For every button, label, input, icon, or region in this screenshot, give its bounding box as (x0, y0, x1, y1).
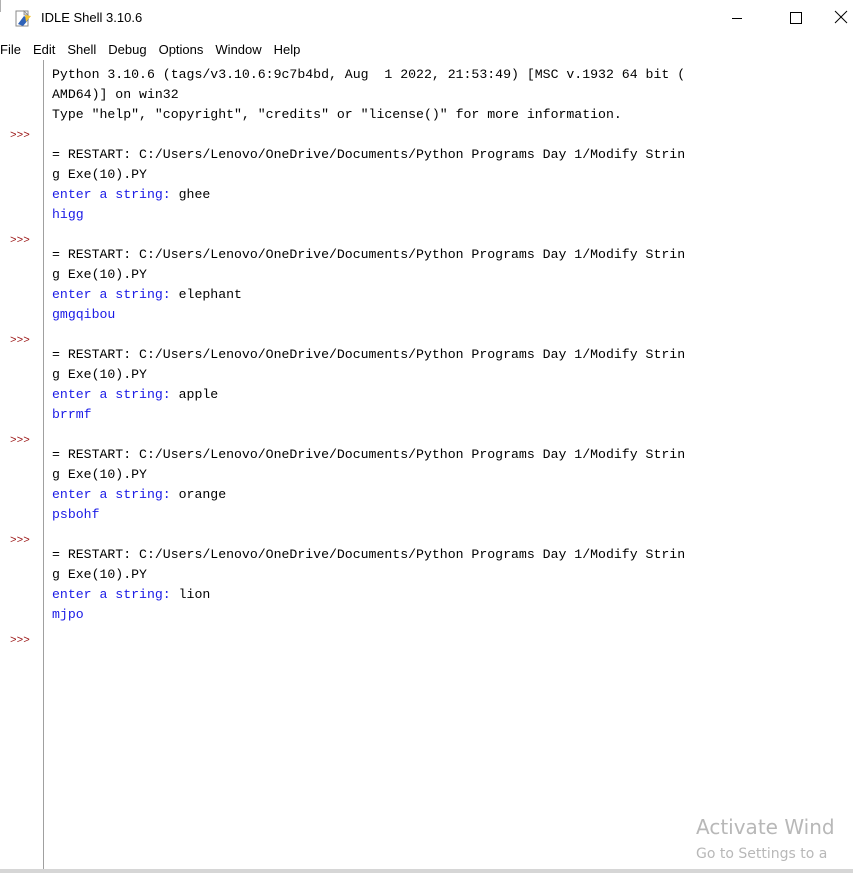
input-prompt-text: enter a string: (52, 487, 179, 502)
window-edge (0, 0, 5, 12)
program-output: gmgqibou (52, 307, 116, 322)
program-output: higg (52, 207, 84, 222)
shell-prompt: >>> (10, 635, 30, 647)
restart-line: g Exe(10).PY (52, 467, 147, 482)
close-button[interactable] (834, 4, 853, 32)
menu-bar: File Edit Shell Debug Options Window Hel… (0, 38, 853, 60)
window-title: IDLE Shell 3.10.6 (41, 10, 143, 25)
input-prompt-text: enter a string: (52, 287, 179, 302)
input-line: enter a string: apple (52, 385, 218, 405)
input-line: enter a string: ghee (52, 185, 210, 205)
input-line: enter a string: lion (52, 585, 210, 605)
menu-debug[interactable]: Debug (103, 42, 151, 57)
banner-line: Type "help", "copyright", "credits" or "… (52, 107, 622, 122)
menu-window[interactable]: Window (210, 42, 266, 57)
user-input: lion (178, 587, 211, 602)
shell-prompt: >>> (10, 335, 30, 347)
restart-line: g Exe(10).PY (52, 367, 147, 382)
idle-feather-icon (15, 10, 33, 27)
shell-prompt: >>> (10, 435, 30, 447)
program-output: psbohf (52, 507, 100, 522)
menu-shell[interactable]: Shell (62, 42, 101, 57)
user-input: ghee (178, 187, 211, 202)
input-line: enter a string: elephant (52, 285, 242, 305)
restart-line: = RESTART: C:/Users/Lenovo/OneDrive/Docu… (52, 347, 686, 362)
restart-line: g Exe(10).PY (52, 267, 147, 282)
shell-prompt: >>> (10, 235, 30, 247)
restart-line: = RESTART: C:/Users/Lenovo/OneDrive/Docu… (52, 247, 686, 262)
restart-line: = RESTART: C:/Users/Lenovo/OneDrive/Docu… (52, 147, 686, 162)
idle-shell-window: IDLE Shell 3.10.6 File Edit Shell Debug … (0, 0, 853, 873)
menu-edit[interactable]: Edit (28, 42, 60, 57)
maximize-icon (790, 9, 802, 28)
user-input: elephant (178, 287, 242, 302)
minimize-icon (731, 9, 743, 28)
program-output: brrmf (52, 407, 92, 422)
shell-prompt: >>> (10, 130, 30, 142)
user-input: orange (178, 487, 227, 502)
input-line: enter a string: orange (52, 485, 226, 505)
menu-file[interactable]: File (0, 42, 26, 57)
title-bar[interactable]: IDLE Shell 3.10.6 (0, 0, 853, 38)
maximize-button[interactable] (776, 4, 816, 32)
shell-prompt: >>> (10, 535, 30, 547)
menu-help[interactable]: Help (269, 42, 306, 57)
minimize-button[interactable] (717, 4, 757, 32)
activation-watermark-title: Activate Wind (696, 815, 835, 839)
user-input: apple (178, 387, 219, 402)
restart-line: = RESTART: C:/Users/Lenovo/OneDrive/Docu… (52, 447, 686, 462)
restart-line: g Exe(10).PY (52, 167, 147, 182)
restart-line: g Exe(10).PY (52, 567, 147, 582)
menu-options[interactable]: Options (154, 42, 209, 57)
activation-watermark-subtitle: Go to Settings to a (696, 846, 828, 862)
input-prompt-text: enter a string: (52, 187, 179, 202)
window-bottom-edge (0, 869, 853, 873)
prompt-sidebar: >>> >>> >>> >>> >>> >>> (0, 60, 44, 873)
input-prompt-text: enter a string: (52, 387, 179, 402)
banner-line: Python 3.10.6 (tags/v3.10.6:9c7b4bd, Aug… (52, 67, 686, 82)
banner-line: AMD64)] on win32 (52, 87, 179, 102)
input-prompt-text: enter a string: (52, 587, 179, 602)
restart-line: = RESTART: C:/Users/Lenovo/OneDrive/Docu… (52, 547, 686, 562)
close-icon (834, 9, 848, 28)
shell-text-area[interactable]: Python 3.10.6 (tags/v3.10.6:9c7b4bd, Aug… (45, 60, 853, 873)
program-output: mjpo (52, 607, 84, 622)
